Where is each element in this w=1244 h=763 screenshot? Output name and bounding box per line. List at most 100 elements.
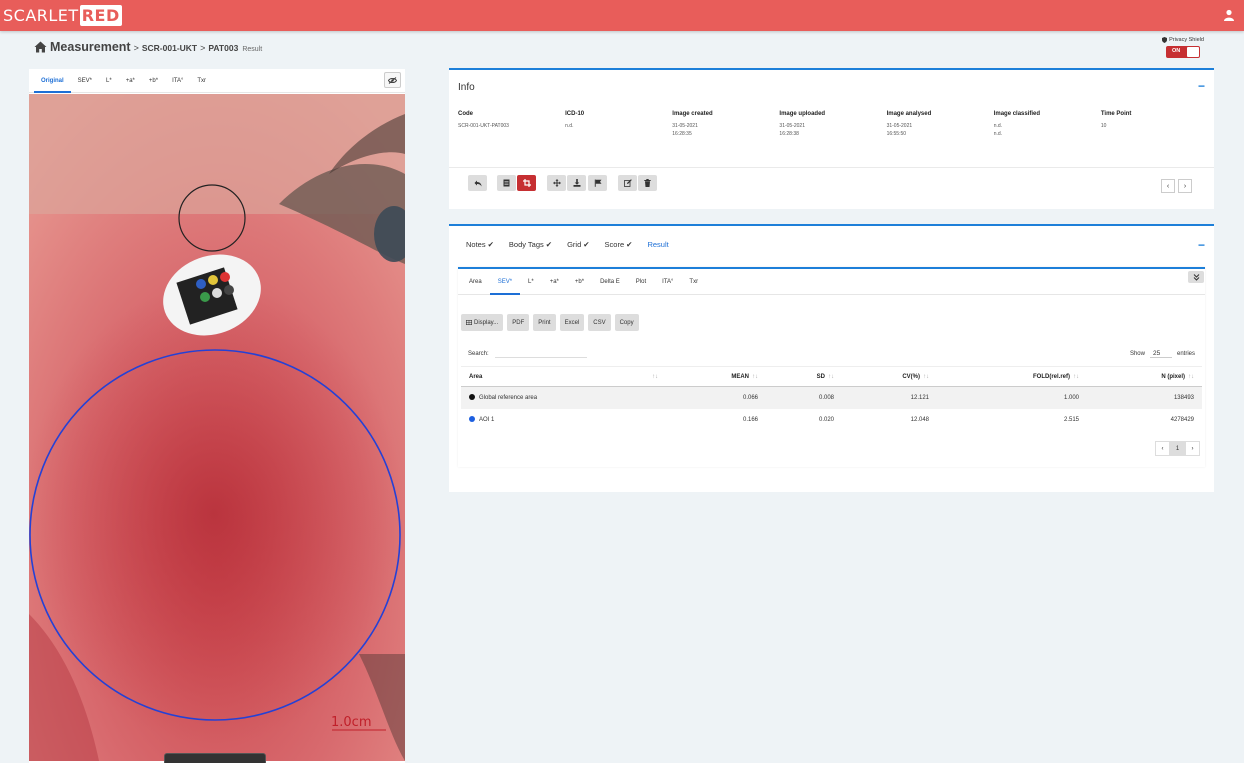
field-value: 31-05-2021 16:28:35 (672, 123, 698, 137)
move-icon (552, 179, 561, 187)
user-icon[interactable] (1223, 9, 1235, 21)
tab-notes[interactable]: Notes ✔ (466, 240, 494, 249)
logo-text-highlight: RED (79, 5, 122, 26)
subtab-l[interactable]: L* (520, 269, 542, 295)
table-icon (466, 320, 472, 325)
flag-button[interactable] (588, 175, 607, 191)
image-tabs: Original SEV* L* +a* +b* ITA° Txr (29, 69, 405, 93)
report-button[interactable] (497, 175, 516, 191)
show-label: Show (1129, 351, 1145, 357)
excel-button[interactable]: Excel (559, 314, 585, 331)
column-header-sd[interactable]: SD ↑↓ (766, 366, 842, 387)
mean-cell: 0.066 (666, 386, 766, 409)
n-pixel-cell: 4278429 (1170, 416, 1194, 423)
scale-label: 1.0cm (331, 715, 372, 730)
field-value: 31-05-2021 16:55:50 (886, 123, 913, 137)
image-tab-l[interactable]: L* (99, 69, 119, 93)
logo-text: SCARLET (3, 6, 79, 25)
subtab-area[interactable]: Area (461, 269, 490, 295)
breadcrumb-patient[interactable]: PAT003 (208, 43, 238, 53)
subtab-plot[interactable]: Plot (628, 269, 654, 295)
column-header-mean[interactable]: MEAN ↑↓ (666, 366, 766, 387)
copy-button[interactable]: Copy (614, 314, 639, 331)
toggle-state: ON (1172, 48, 1181, 54)
delete-button[interactable] (638, 175, 657, 191)
field-label: Image uploaded (779, 111, 826, 117)
move-button[interactable] (547, 175, 566, 191)
scarletred-logo[interactable]: SCARLET RED (3, 3, 122, 28)
tab-result[interactable]: Result (647, 240, 668, 249)
field-label: ICD-10 (565, 111, 585, 117)
table-row[interactable]: Global reference area 0.066 0.008 12.121… (461, 386, 1202, 409)
subtab-delta-e[interactable]: Delta E (592, 269, 628, 295)
info-collapse-button[interactable]: − (1198, 79, 1205, 93)
tab-label: Body Tags (508, 240, 544, 249)
download-button[interactable] (567, 175, 586, 191)
table-row[interactable]: AOI 1 0.166 0.020 12.048 2.515 4278429 (461, 409, 1202, 431)
privacy-shield-toggle[interactable]: ON (1166, 46, 1200, 58)
column-header-fold[interactable]: FOLD(rel.ref) ↑↓ (937, 366, 1087, 387)
field-label: Code (458, 111, 473, 117)
info-prev-button[interactable]: ‹ (1161, 179, 1175, 193)
search-input[interactable] (495, 357, 587, 358)
image-tab-a[interactable]: +a* (119, 69, 142, 93)
entries-label: entries (1176, 351, 1195, 357)
bottom-tab-handle[interactable] (164, 753, 266, 763)
image-tab-ita[interactable]: ITA° (165, 69, 190, 93)
subtab-ita[interactable]: ITA° (654, 269, 681, 295)
column-header-area[interactable]: Area ↑↓ (461, 366, 666, 387)
area-cell: Global reference area (461, 386, 666, 409)
field-value: 10 (1100, 123, 1107, 129)
tab-grid[interactable]: Grid ✔ (567, 240, 589, 249)
area-color-dot (469, 394, 475, 401)
display-button[interactable]: Display... (461, 314, 504, 331)
subtab-sev[interactable]: SEV* (489, 269, 521, 295)
image-panel: Original SEV* L* +a* +b* ITA° Txr 1.0cm (29, 69, 405, 763)
breadcrumb-page: Result (242, 46, 263, 53)
image-tab-b[interactable]: +b* (142, 69, 165, 93)
home-icon[interactable] (34, 41, 47, 53)
page-length-select[interactable]: 25 (1149, 350, 1172, 358)
subtab-a[interactable]: +a* (542, 269, 567, 295)
expand-button[interactable] (1188, 271, 1204, 283)
check-icon: ✔ (487, 240, 494, 249)
field-label: Image created (672, 111, 713, 117)
breadcrumb-separator: > (133, 43, 139, 53)
check-icon: ✔ (583, 240, 590, 249)
next-page-button[interactable]: › (1185, 441, 1200, 456)
page-1-button[interactable]: 1 (1170, 441, 1185, 456)
result-collapse-button[interactable]: − (1198, 238, 1205, 252)
result-tabs: Notes ✔ Body Tags ✔ Grid ✔ Score ✔ Result (466, 240, 684, 249)
subtab-txr[interactable]: Txr (681, 269, 706, 295)
edit-button[interactable] (618, 175, 637, 191)
subtab-b[interactable]: +b* (567, 269, 592, 295)
button-label: Display... (474, 319, 499, 326)
export-buttons: Display... PDF Print Excel CSV Copy (461, 314, 639, 331)
column-header-cv[interactable]: CV(%) ↑↓ (842, 366, 937, 387)
pdf-button[interactable]: PDF (507, 314, 530, 331)
info-next-button[interactable]: › (1178, 179, 1192, 193)
field-label: Image classified (993, 111, 1041, 117)
prev-page-button[interactable]: ‹ (1155, 441, 1170, 456)
image-tab-sev[interactable]: SEV* (71, 69, 99, 93)
sd-cell: 0.020 (818, 416, 834, 423)
image-tab-original[interactable]: Original (34, 69, 71, 93)
crop-button[interactable] (517, 175, 536, 191)
breadcrumb-study[interactable]: SCR-001-UKT (142, 43, 197, 53)
back-button[interactable] (468, 175, 487, 191)
csv-button[interactable]: CSV (588, 314, 611, 331)
result-subtabs: Area SEV* L* +a* +b* Delta E Plot ITA° T… (458, 269, 1205, 295)
fold-cell: 1.000 (937, 386, 1087, 409)
skin-photo[interactable]: 1.0cm (29, 94, 405, 761)
result-table-panel: Area SEV* L* +a* +b* Delta E Plot ITA° T… (458, 267, 1205, 467)
print-button[interactable]: Print (533, 314, 556, 331)
tab-label: Grid (567, 240, 582, 249)
flag-icon (594, 179, 601, 187)
tab-body-tags[interactable]: Body Tags ✔ (509, 240, 552, 249)
image-tab-txr[interactable]: Txr (190, 69, 213, 93)
tab-score[interactable]: Score ✔ (605, 240, 633, 249)
sd-cell: 0.008 (766, 386, 842, 409)
double-chevron-down-icon (1193, 273, 1199, 281)
toggle-overlay-button[interactable] (384, 72, 401, 88)
column-header-n-pixel[interactable]: N (pixel) ↑↓ (1087, 366, 1202, 387)
